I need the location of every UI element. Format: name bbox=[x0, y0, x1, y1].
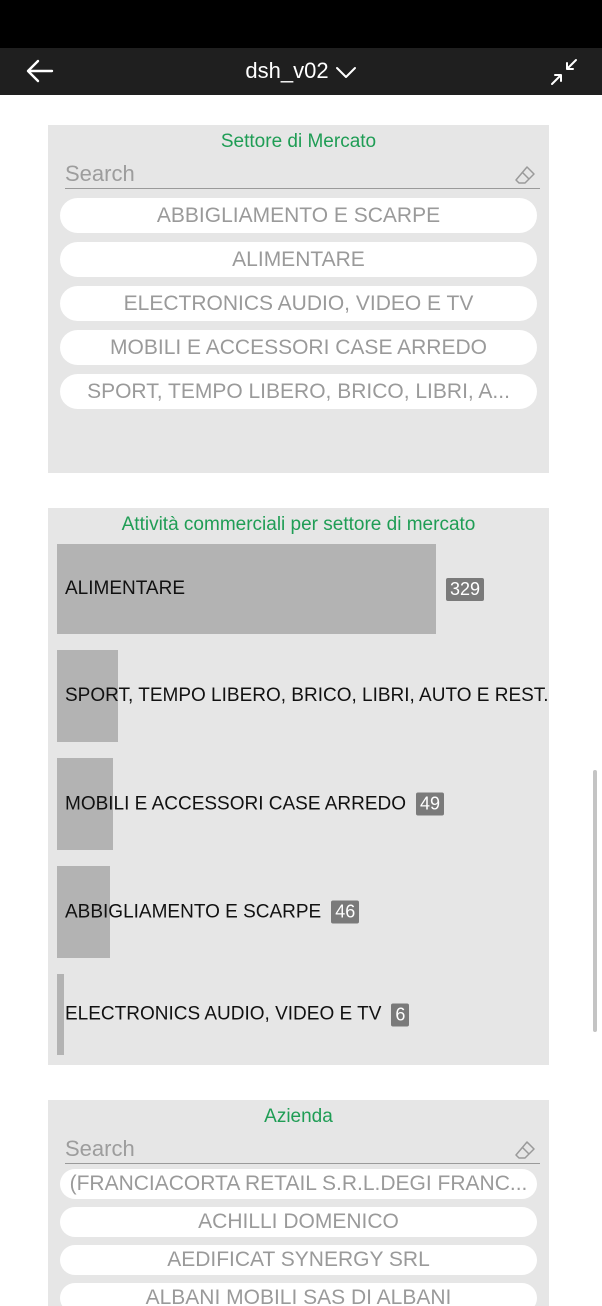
report-title-dropdown[interactable]: dsh_v02 bbox=[0, 58, 602, 84]
bar-category-label: ALIMENTARE 329 bbox=[65, 577, 541, 601]
bar-category-label: ABBIGLIAMENTO E SCARPE 46 bbox=[65, 900, 360, 924]
company-item[interactable]: (FRANCIACORTA RETAIL S.R.L.DEGI FRANC... bbox=[60, 1169, 537, 1199]
bar-value-label: 49 bbox=[416, 792, 445, 816]
status-bar bbox=[0, 0, 602, 48]
category-text: ELECTRONICS AUDIO, VIDEO E TV bbox=[65, 1003, 382, 1025]
bar-row[interactable]: SPORT, TEMPO LIBERO, BRICO, LIBRI, AUTO … bbox=[57, 650, 549, 742]
company-slicer: Azienda Search (FRANCIACORTA RETAIL S.R.… bbox=[48, 1100, 549, 1306]
scrollbar[interactable] bbox=[593, 770, 597, 1032]
bar-category-label: MOBILI E ACCESSORI CASE ARREDO 49 bbox=[65, 792, 445, 816]
company-search-input[interactable]: Search bbox=[65, 1136, 540, 1164]
sector-slicer-title: Settore di Mercato bbox=[220, 131, 377, 152]
sector-item[interactable]: SPORT, TEMPO LIBERO, BRICO, LIBRI, A... bbox=[60, 374, 537, 409]
category-text: MOBILI E ACCESSORI CASE ARREDO bbox=[65, 793, 407, 814]
bar-row[interactable]: ABBIGLIAMENTO E SCARPE 46 bbox=[57, 866, 541, 958]
company-item[interactable]: ACHILLI DOMENICO bbox=[60, 1207, 537, 1237]
sector-search-input[interactable]: Search bbox=[65, 161, 540, 189]
eraser-icon[interactable] bbox=[514, 165, 536, 185]
bar-category-label: SPORT, TEMPO LIBERO, BRICO, LIBRI, AUTO … bbox=[65, 685, 549, 707]
report-title: dsh_v02 bbox=[245, 58, 329, 83]
bar-category-label: ELECTRONICS AUDIO, VIDEO E TV 6 bbox=[65, 1003, 410, 1026]
sector-item[interactable]: MOBILI E ACCESSORI CASE ARREDO bbox=[60, 330, 537, 365]
collapse-icon[interactable] bbox=[550, 58, 578, 86]
sector-item[interactable]: ABBIGLIAMENTO E SCARPE bbox=[60, 198, 537, 233]
search-placeholder: Search bbox=[65, 1136, 135, 1161]
search-placeholder: Search bbox=[65, 161, 135, 186]
category-text: SPORT, TEMPO LIBERO, BRICO, LIBRI, AUTO … bbox=[65, 685, 549, 706]
bar[interactable] bbox=[57, 974, 64, 1055]
bar-value-label: 46 bbox=[331, 900, 360, 924]
sector-slicer: Settore di Mercato Search ABBIGLIAMENTO … bbox=[48, 125, 549, 473]
sector-item[interactable]: ELECTRONICS AUDIO, VIDEO E TV bbox=[60, 286, 537, 321]
category-text: ABBIGLIAMENTO E SCARPE bbox=[65, 901, 322, 922]
sector-item[interactable]: ALIMENTARE bbox=[60, 242, 537, 277]
bar-value-label: 329 bbox=[446, 577, 485, 601]
eraser-icon[interactable] bbox=[514, 1140, 536, 1160]
chart-title: Attività commerciali per settore di merc… bbox=[121, 514, 476, 535]
bar-row[interactable]: MOBILI E ACCESSORI CASE ARREDO 49 bbox=[57, 758, 541, 850]
bar-row[interactable]: ELECTRONICS AUDIO, VIDEO E TV 6 bbox=[57, 974, 541, 1055]
company-item[interactable]: AEDIFICAT SYNERGY SRL bbox=[60, 1245, 537, 1275]
bar-row[interactable]: ALIMENTARE 329 bbox=[57, 544, 541, 634]
company-item[interactable]: ALBANI MOBILI SAS DI ALBANI bbox=[60, 1283, 537, 1306]
app-bar: dsh_v02 bbox=[0, 48, 602, 95]
bar-value-label: 6 bbox=[391, 1003, 410, 1026]
company-slicer-title: Azienda bbox=[264, 1106, 333, 1127]
activity-chart: Attività commerciali per settore di merc… bbox=[48, 508, 549, 1065]
category-text: ALIMENTARE bbox=[65, 578, 186, 599]
chevron-down-icon bbox=[335, 67, 356, 79]
